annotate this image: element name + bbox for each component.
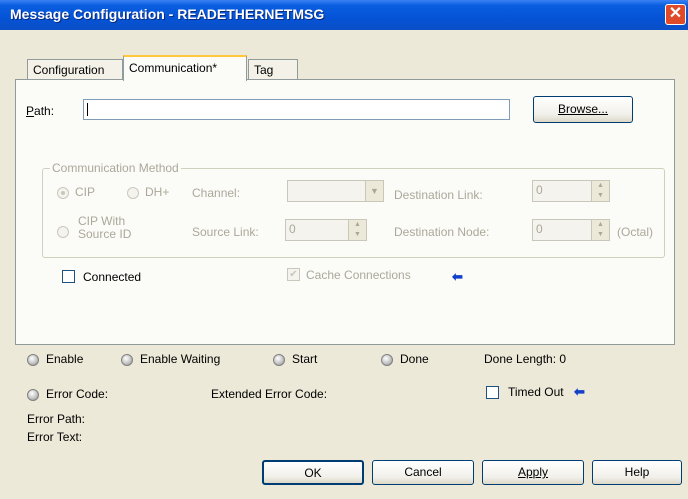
enable-indicator: [27, 354, 39, 366]
cache-connections-label: Cache Connections: [306, 268, 411, 282]
enable-waiting-indicator: [121, 354, 133, 366]
window-title: Message Configuration - READETHERNETMSG: [10, 6, 325, 22]
browse-button[interactable]: Browse...: [533, 96, 633, 123]
destination-link-label: Destination Link:: [394, 188, 483, 202]
channel-select[interactable]: ▼: [287, 180, 384, 202]
tab-communication[interactable]: Communication*: [123, 55, 247, 81]
error-path-label: Error Path:: [27, 412, 86, 426]
spinner-icon: ▲ ▼: [591, 181, 609, 201]
close-button[interactable]: ✕: [665, 4, 686, 25]
tab-configuration[interactable]: Configuration: [27, 59, 123, 79]
radio-cip-with-source-id[interactable]: [57, 226, 69, 238]
spinner-icon: ▲ ▼: [348, 220, 366, 240]
timed-out-label: Timed Out: [508, 385, 564, 399]
destination-node-label: Destination Node:: [394, 225, 490, 239]
destination-link-field[interactable]: 0 ▲ ▼: [532, 180, 610, 202]
chevron-down-icon: ▼: [365, 181, 383, 201]
radio-cip[interactable]: [57, 187, 69, 199]
destination-node-field[interactable]: 0 ▲ ▼: [532, 219, 610, 241]
text-cursor: [87, 103, 88, 116]
communication-method-legend: Communication Method: [50, 161, 181, 175]
extended-error-code-label: Extended Error Code:: [211, 387, 328, 401]
help-button[interactable]: Help: [592, 460, 682, 485]
cache-connections-checkbox[interactable]: ✔: [287, 268, 300, 281]
done-indicator: [381, 354, 393, 366]
done-label: Done: [400, 352, 429, 366]
octal-label: (Octal): [617, 225, 653, 239]
tab-tag[interactable]: Tag: [248, 59, 298, 79]
source-link-label: Source Link:: [192, 225, 259, 239]
error-code-label: Error Code:: [46, 387, 109, 401]
connected-checkbox[interactable]: [62, 270, 75, 283]
enable-waiting-label: Enable Waiting: [140, 352, 221, 366]
error-text-label: Error Text:: [27, 430, 83, 444]
connected-label: Connected: [83, 270, 142, 284]
radio-cip-with-source-id-label: CIP With Source ID: [78, 214, 132, 241]
radio-cip-label: CIP: [75, 185, 96, 199]
timed-out-checkbox: [486, 386, 499, 399]
pointer-arrow-icon: ⬅: [452, 269, 463, 284]
path-input[interactable]: [83, 99, 510, 120]
spinner-icon: ▲ ▼: [591, 220, 609, 240]
radio-dh-plus-label: DH+: [145, 185, 170, 199]
path-label: Path:: [26, 104, 55, 118]
error-code-indicator: [27, 389, 39, 401]
pointer-arrow-icon: ⬅: [574, 384, 585, 399]
cancel-button[interactable]: Cancel: [372, 460, 474, 485]
apply-button[interactable]: Apply: [482, 460, 584, 485]
start-label: Start: [292, 352, 318, 366]
close-icon: ✕: [668, 5, 683, 22]
start-indicator: [273, 354, 285, 366]
ok-button[interactable]: OK: [262, 460, 364, 485]
done-length-label: Done Length: 0: [484, 352, 567, 366]
channel-label: Channel:: [192, 186, 241, 200]
radio-dh-plus[interactable]: [127, 187, 139, 199]
enable-label: Enable: [46, 352, 84, 366]
source-link-field[interactable]: 0 ▲ ▼: [285, 219, 367, 241]
